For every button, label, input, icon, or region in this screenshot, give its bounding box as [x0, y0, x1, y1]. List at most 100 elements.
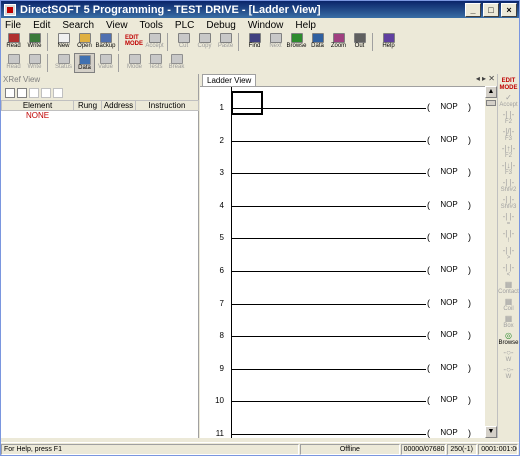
- rung[interactable]: 9 (NOP): [200, 352, 485, 382]
- wire-2-icon[interactable]: -○- W: [499, 365, 519, 382]
- menu-search[interactable]: Search: [62, 20, 94, 31]
- list-view-icon[interactable]: [17, 88, 27, 98]
- menu-file[interactable]: File: [5, 20, 21, 31]
- menu-tools[interactable]: Tools: [140, 20, 163, 31]
- contact-shift2-icon[interactable]: -| |- Shf#2: [499, 178, 519, 195]
- rung[interactable]: 4 (NOP): [200, 189, 485, 219]
- compare-greater-icon[interactable]: -| |- >: [499, 246, 519, 263]
- nop-coil[interactable]: (NOP): [427, 428, 471, 438]
- scroll-down-icon[interactable]: ▼: [485, 426, 497, 438]
- nop-coil[interactable]: (NOP): [427, 298, 471, 308]
- nop-coil[interactable]: (NOP): [427, 330, 471, 340]
- close-button[interactable]: ×: [501, 2, 517, 17]
- rung-number: 10: [215, 396, 224, 406]
- column-address[interactable]: Address: [101, 100, 136, 111]
- tab-nav-arrows-icon[interactable]: ◂ ▸ ✕: [476, 74, 495, 83]
- rung[interactable]: 5 (NOP): [200, 221, 485, 251]
- edit-mode-button[interactable]: EDIT MODE: [125, 32, 143, 50]
- menu-window[interactable]: Window: [248, 20, 284, 31]
- compare-not-icon[interactable]: -| |-!: [499, 229, 519, 246]
- menu-plc[interactable]: PLC: [175, 20, 194, 31]
- menu-view[interactable]: View: [106, 20, 128, 31]
- copy-button[interactable]: Copy: [194, 32, 215, 52]
- nop-coil[interactable]: (NOP): [427, 200, 471, 210]
- contact-box-icon[interactable]: ▦ Contact: [498, 280, 519, 297]
- nop-coil[interactable]: (NOP): [427, 102, 471, 112]
- nop-coil[interactable]: (NOP): [427, 167, 471, 177]
- column-element[interactable]: Element: [1, 100, 74, 111]
- data-button[interactable]: Data: [307, 32, 328, 52]
- rung[interactable]: 7 (NOP): [200, 287, 485, 317]
- column-instruction[interactable]: Instruction: [135, 100, 199, 111]
- table-row[interactable]: NONE: [2, 111, 199, 121]
- box-instruction-icon[interactable]: ▦ Box: [499, 314, 519, 331]
- palette-glyph: -| |-: [502, 263, 515, 272]
- contact-no-icon[interactable]: -| |- F2: [499, 110, 519, 127]
- browse-button[interactable]: Browse: [286, 32, 307, 52]
- status-memory: 00000/07680: [400, 443, 447, 455]
- out-button[interactable]: Out: [349, 32, 370, 52]
- rung[interactable]: 3 (NOP): [200, 156, 485, 186]
- open-button[interactable]: Open: [74, 32, 95, 52]
- contact-shift3-icon[interactable]: -| |- Shf#3: [499, 195, 519, 212]
- accept-button[interactable]: Accept: [144, 32, 165, 52]
- menu-help[interactable]: Help: [295, 20, 316, 31]
- browse-icon[interactable]: ◎ Browse: [499, 331, 519, 348]
- menu-edit[interactable]: Edit: [33, 20, 50, 31]
- nop-coil[interactable]: (NOP): [427, 265, 471, 275]
- next-button[interactable]: Next: [265, 32, 286, 52]
- find-button[interactable]: Find: [244, 32, 265, 52]
- menu-debug[interactable]: Debug: [206, 20, 235, 31]
- data-status-button[interactable]: Data: [74, 53, 95, 73]
- column-rung[interactable]: Rung: [73, 100, 102, 111]
- palette-glyph: ▦: [504, 297, 513, 306]
- scroll-thumb[interactable]: [486, 100, 496, 106]
- wire-icon[interactable]: -○- W: [499, 348, 519, 365]
- rung[interactable]: 6 (NOP): [200, 254, 485, 284]
- grid-view-icon[interactable]: [5, 88, 15, 98]
- write-status-button[interactable]: Write: [24, 53, 45, 73]
- compare-equal-icon[interactable]: -| |- =: [499, 212, 519, 229]
- toolbar-label: Out: [354, 43, 365, 49]
- contact-falling-icon[interactable]: -|↓|- F3: [499, 161, 519, 178]
- read-status-button[interactable]: Read: [3, 53, 24, 73]
- rung[interactable]: 8 (NOP): [200, 319, 485, 349]
- edit-mode-label: EDIT MODE: [125, 35, 143, 47]
- paste-button[interactable]: Paste: [215, 32, 236, 52]
- nop-coil[interactable]: (NOP): [427, 363, 471, 373]
- value-status-button[interactable]: Value: [95, 53, 116, 73]
- rung[interactable]: 10 (NOP): [200, 384, 485, 414]
- tab-ladder-view[interactable]: Ladder View: [202, 74, 257, 86]
- nop-coil[interactable]: (NOP): [427, 135, 471, 145]
- rung[interactable]: 11 (NOP): [200, 417, 485, 438]
- filter-icon[interactable]: [29, 88, 39, 98]
- compare-less-icon[interactable]: -| |- <: [499, 263, 519, 280]
- write-button[interactable]: Write: [24, 32, 45, 52]
- help-button[interactable]: Help: [378, 32, 399, 52]
- zoom-button[interactable]: Zoom: [328, 32, 349, 52]
- rung[interactable]: 1 (NOP): [200, 91, 485, 121]
- contact-nc-icon[interactable]: -|/|- F3: [499, 127, 519, 144]
- cut-button[interactable]: Cut: [173, 32, 194, 52]
- goto-icon[interactable]: [41, 88, 51, 98]
- minimize-button[interactable]: _: [465, 2, 481, 17]
- tests-status-button[interactable]: Tests: [145, 53, 166, 73]
- new-button[interactable]: New: [53, 32, 74, 52]
- rung[interactable]: 2 (NOP): [200, 124, 485, 154]
- scroll-up-icon[interactable]: ▲: [485, 86, 497, 98]
- accept-icon[interactable]: ✓ Accept: [499, 93, 519, 110]
- edit-mode-icon[interactable]: EDIT MODE: [499, 76, 519, 93]
- status-status-button[interactable]: Status: [53, 53, 74, 73]
- coil-box-icon[interactable]: ▦ Coil: [499, 297, 519, 314]
- contact-rising-icon[interactable]: -|↑|- F2: [499, 144, 519, 161]
- mode-status-button[interactable]: Mode: [124, 53, 145, 73]
- nop-coil[interactable]: (NOP): [427, 395, 471, 405]
- read-button[interactable]: Read: [3, 32, 24, 52]
- backup-button[interactable]: Backup: [95, 32, 116, 52]
- nop-coil[interactable]: (NOP): [427, 232, 471, 242]
- vertical-scrollbar[interactable]: ▲ ▼: [485, 86, 497, 438]
- break-status-button[interactable]: Break: [166, 53, 187, 73]
- refresh-icon[interactable]: [53, 88, 63, 98]
- maximize-button[interactable]: □: [483, 2, 499, 17]
- ladder-view[interactable]: 1 (NOP) 2 (NOP) 3 (NOP) 4 (NOP) 5 (NOP) 6 (NOP) 7 (NO…: [200, 86, 485, 438]
